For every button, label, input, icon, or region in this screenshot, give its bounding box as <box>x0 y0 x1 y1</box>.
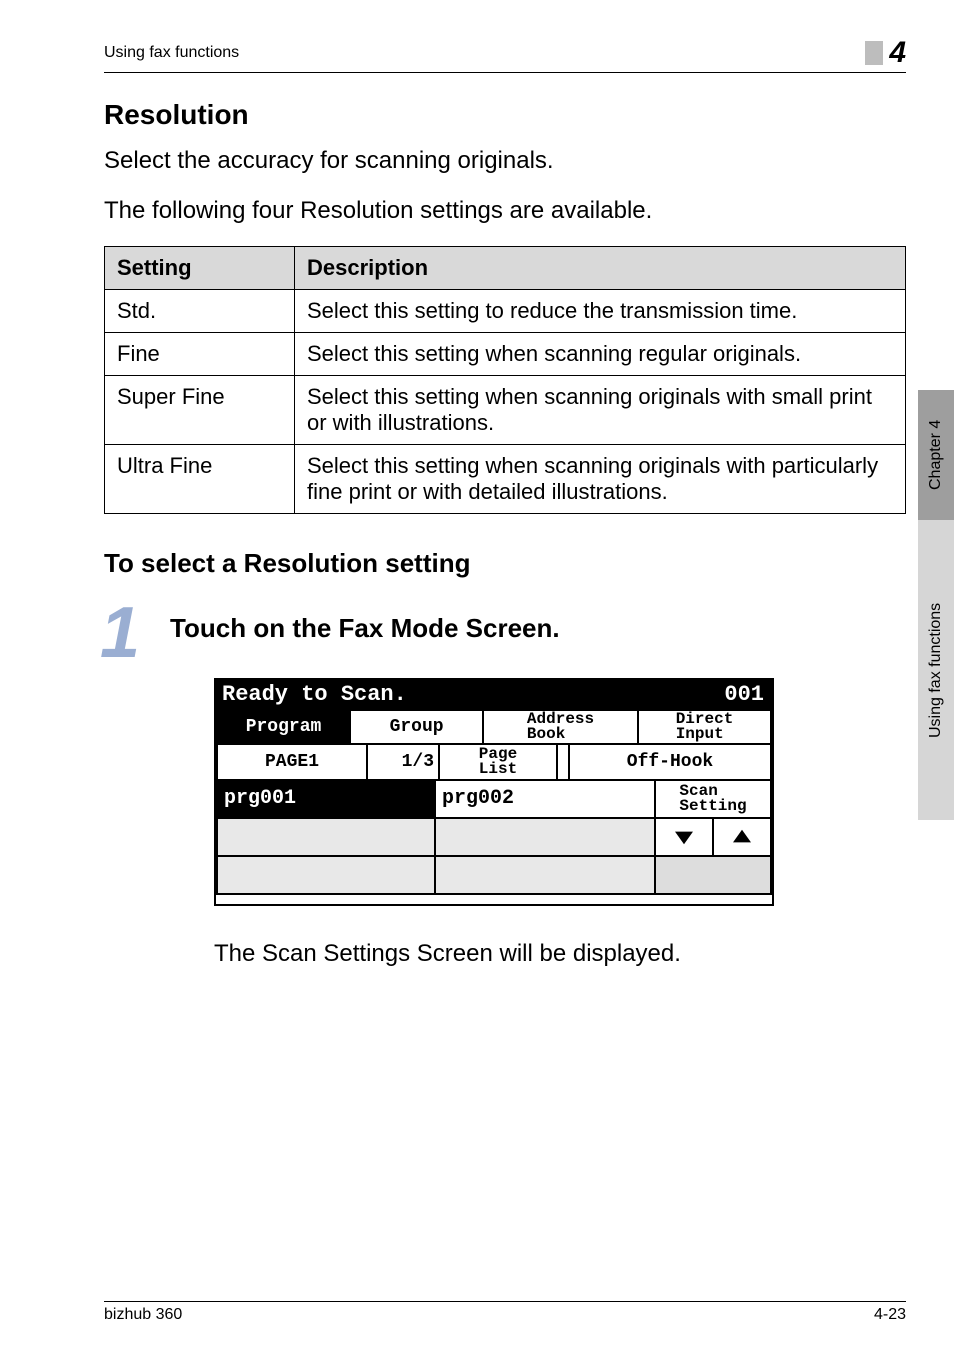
step-number: 1 <box>100 601 140 666</box>
desc-cell: Select this setting when scanning regula… <box>295 332 906 375</box>
page-header: Using fax functions 4 <box>104 36 906 73</box>
lcd-gap <box>558 745 568 781</box>
lcd-status-bar: Ready to Scan. 001 <box>216 680 772 709</box>
table-row: Fine Select this setting when scanning r… <box>105 332 906 375</box>
after-image-text: The Scan Settings Screen will be display… <box>214 940 906 968</box>
arrow-down-icon[interactable] <box>656 819 714 855</box>
setting-cell: Super Fine <box>105 375 295 444</box>
header-section: Using fax functions <box>104 44 239 62</box>
arrow-up-icon[interactable] <box>714 819 770 855</box>
lcd-tab-row: Program Group Address Book Direct Input <box>216 709 772 745</box>
header-tab-decoration <box>865 41 883 65</box>
intro-paragraph-2: The following four Resolution settings a… <box>104 195 906 227</box>
desc-cell: Select this setting when scanning origin… <box>295 444 906 513</box>
step-text: Touch on the Fax Mode Screen. <box>170 601 560 644</box>
fax-lcd-illustration: Ready to Scan. 001 Program Group Address… <box>214 678 774 906</box>
lcd-row-bottom <box>216 857 772 895</box>
setting-cell: Ultra Fine <box>105 444 295 513</box>
resolution-settings-table: Setting Description Std. Select this set… <box>104 246 906 514</box>
lcd-page-list-button[interactable]: Page List <box>440 745 558 781</box>
header-chapter-wrap: 4 <box>865 36 906 70</box>
lcd-status-count: 001 <box>724 682 764 707</box>
lcd-empty-cell <box>656 857 772 895</box>
lcd-tab-direct-input[interactable]: Direct Input <box>639 709 772 745</box>
lcd-prg002[interactable]: prg002 <box>436 781 656 819</box>
subsection-title: To select a Resolution setting <box>104 548 906 579</box>
lcd-tab-group[interactable]: Group <box>351 709 484 745</box>
footer-model: bizhub 360 <box>104 1306 182 1324</box>
side-chapter-label: Chapter 4 <box>918 390 954 520</box>
lcd-row-programs: prg001 prg002 Scan Setting <box>216 781 772 819</box>
side-section-label: Using fax functions <box>918 520 954 820</box>
lcd-prg001-selected[interactable]: prg001 <box>216 781 436 819</box>
step-1: 1 Touch on the Fax Mode Screen. <box>104 601 906 666</box>
footer-page-number: 4-23 <box>874 1306 906 1324</box>
setting-cell: Std. <box>105 289 295 332</box>
intro-paragraph-1: Select the accuracy for scanning origina… <box>104 145 906 177</box>
desc-cell: Select this setting when scanning origin… <box>295 375 906 444</box>
section-title: Resolution <box>104 99 906 131</box>
lcd-row-arrows <box>216 819 772 857</box>
lcd-page-count: 1/3 <box>368 745 440 781</box>
lcd-empty-cell <box>216 819 436 857</box>
lcd-row-page: PAGE1 1/3 Page List Off-Hook <box>216 745 772 781</box>
lcd-off-hook-button[interactable]: Off-Hook <box>568 745 772 781</box>
table-row: Ultra Fine Select this setting when scan… <box>105 444 906 513</box>
table-head-description: Description <box>295 246 906 289</box>
lcd-status-text: Ready to Scan. <box>222 682 407 707</box>
lcd-empty-cell <box>436 857 656 895</box>
lcd-scroll-arrows <box>656 819 772 857</box>
table-row: Super Fine Select this setting when scan… <box>105 375 906 444</box>
table-row: Std. Select this setting to reduce the t… <box>105 289 906 332</box>
table-head-setting: Setting <box>105 246 295 289</box>
lcd-page-label: PAGE1 <box>216 745 368 781</box>
lcd-tab-program[interactable]: Program <box>216 709 351 745</box>
desc-cell: Select this setting to reduce the transm… <box>295 289 906 332</box>
lcd-scan-setting-button[interactable]: Scan Setting <box>656 781 772 819</box>
page-footer: bizhub 360 4-23 <box>104 1301 906 1324</box>
header-chapter-number: 4 <box>889 36 906 70</box>
lcd-tab-address-book[interactable]: Address Book <box>484 709 639 745</box>
lcd-empty-cell <box>436 819 656 857</box>
side-thumb-tab: Chapter 4 Using fax functions <box>918 390 954 820</box>
lcd-empty-cell <box>216 857 436 895</box>
setting-cell: Fine <box>105 332 295 375</box>
